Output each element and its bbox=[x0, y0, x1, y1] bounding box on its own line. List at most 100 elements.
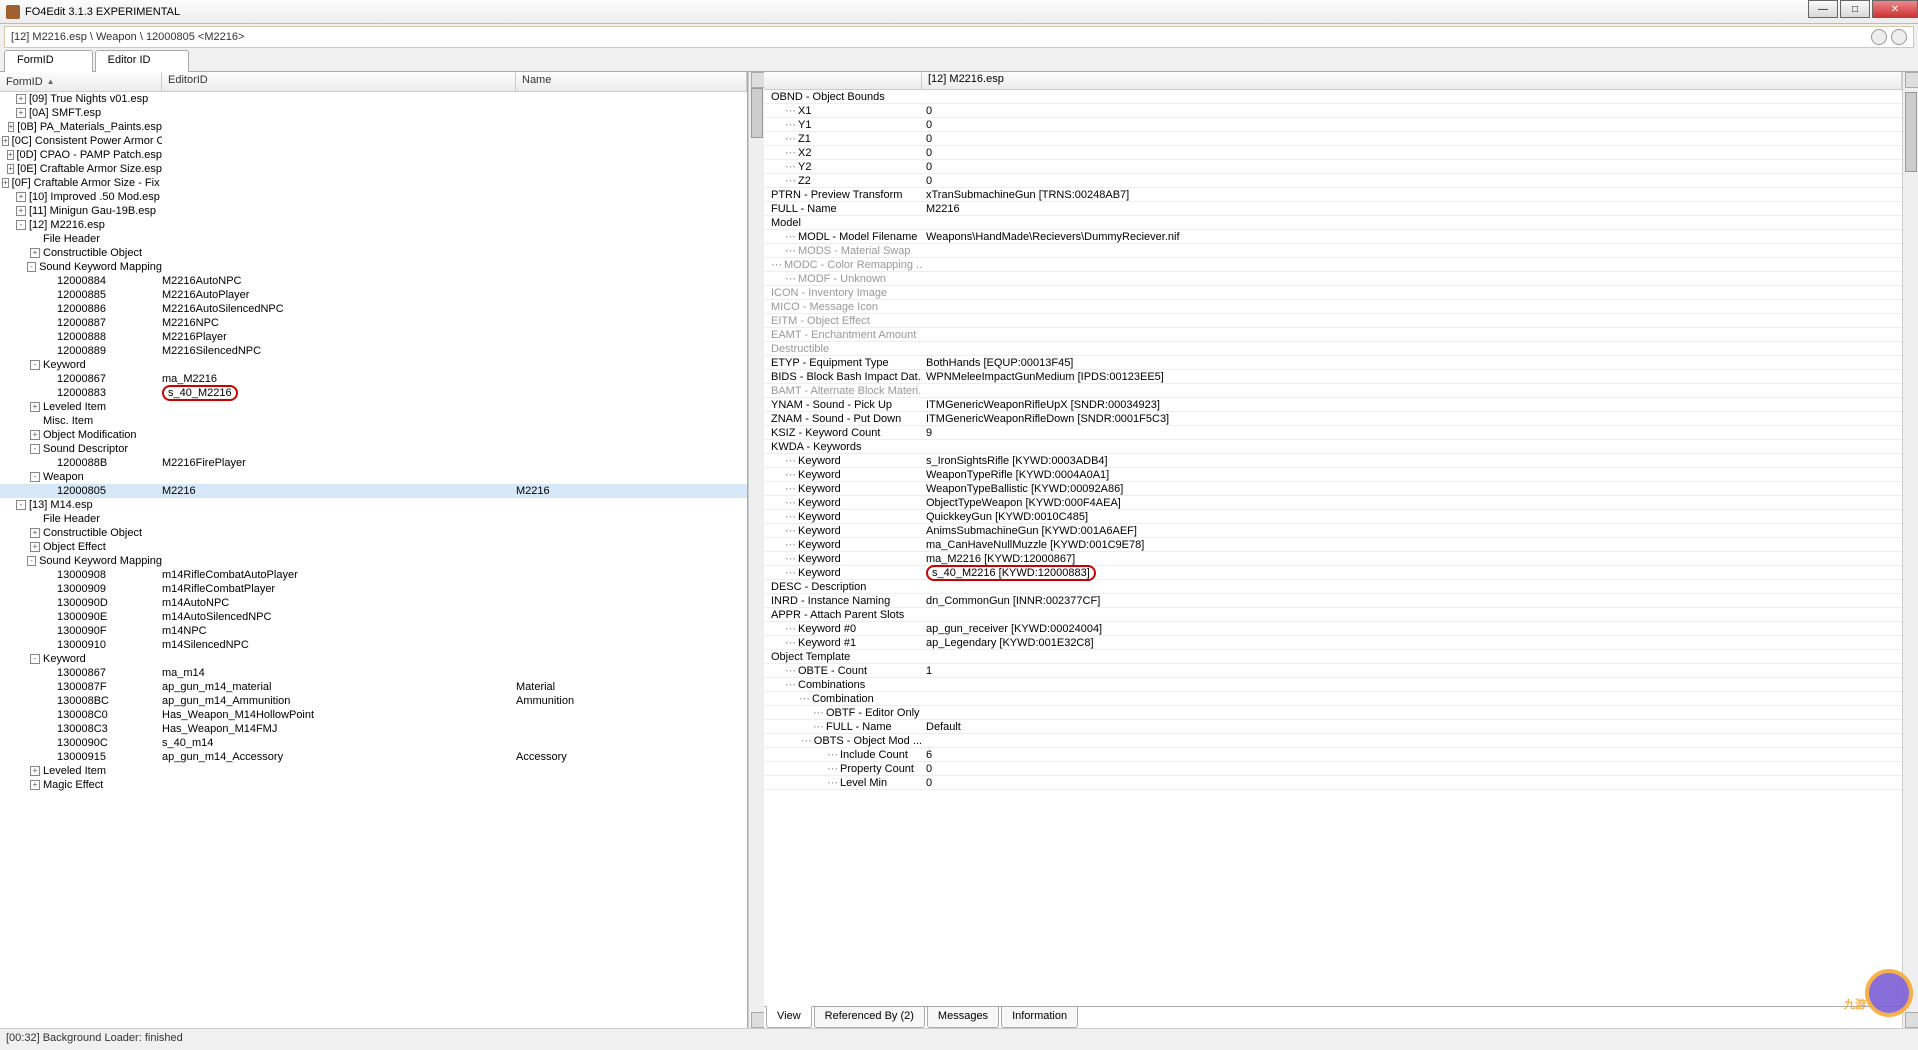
property-row[interactable]: ⋯Y20 bbox=[764, 160, 1902, 174]
tree-row[interactable]: 13000910m14SilencedNPC bbox=[0, 638, 747, 652]
expand-icon[interactable]: + bbox=[2, 136, 9, 146]
col-name-header[interactable]: Name bbox=[516, 72, 747, 91]
expand-icon[interactable]: + bbox=[30, 248, 40, 258]
expand-icon[interactable]: + bbox=[16, 108, 26, 118]
tree-row[interactable]: 130008C0Has_Weapon_M14HollowPoint bbox=[0, 708, 747, 722]
tree-row[interactable]: 130008C3Has_Weapon_M14FMJ bbox=[0, 722, 747, 736]
tab-referenced-by[interactable]: Referenced By (2) bbox=[814, 1007, 925, 1028]
property-row[interactable]: ⋯MODS - Material Swap bbox=[764, 244, 1902, 258]
expand-icon[interactable]: + bbox=[30, 780, 40, 790]
property-row[interactable]: ⋯OBTE - Count1 bbox=[764, 664, 1902, 678]
tree-row[interactable]: +[0B] PA_Materials_Paints.esp bbox=[0, 120, 747, 134]
tree-row[interactable]: 12000887M2216NPC bbox=[0, 316, 747, 330]
tree-row[interactable]: -Weapon bbox=[0, 470, 747, 484]
tree-row[interactable]: 1300087Fap_gun_m14_materialMaterial bbox=[0, 680, 747, 694]
tree-row[interactable]: 12000867ma_M2216 bbox=[0, 372, 747, 386]
property-row[interactable]: ⋯MODC - Color Remapping ... bbox=[764, 258, 1902, 272]
property-row[interactable]: INRD - Instance Namingdn_CommonGun [INNR… bbox=[764, 594, 1902, 608]
tree-row[interactable]: +[0A] SMFT.esp bbox=[0, 106, 747, 120]
tab-view[interactable]: View bbox=[766, 1006, 812, 1028]
collapse-icon[interactable]: - bbox=[30, 654, 40, 664]
collapse-icon[interactable]: - bbox=[30, 444, 40, 454]
minimize-button[interactable]: — bbox=[1808, 0, 1838, 18]
tree-row[interactable]: 13000867ma_m14 bbox=[0, 666, 747, 680]
tree-row[interactable]: 13000915ap_gun_m14_AccessoryAccessory bbox=[0, 750, 747, 764]
scrollbar-thumb[interactable] bbox=[1905, 92, 1917, 172]
property-row[interactable]: ⋯Y10 bbox=[764, 118, 1902, 132]
property-row[interactable]: PTRN - Preview TransformxTranSubmachineG… bbox=[764, 188, 1902, 202]
tree-row[interactable]: +[0F] Craftable Armor Size - Fix Materia… bbox=[0, 176, 747, 190]
property-row[interactable]: ICON - Inventory Image bbox=[764, 286, 1902, 300]
tree-row[interactable]: 130008BCap_gun_m14_AmmunitionAmmunition bbox=[0, 694, 747, 708]
property-row[interactable]: OBND - Object Bounds bbox=[764, 90, 1902, 104]
expand-icon[interactable]: + bbox=[7, 164, 14, 174]
property-row[interactable]: ⋯Include Count6 bbox=[764, 748, 1902, 762]
maximize-button[interactable]: □ bbox=[1840, 0, 1870, 18]
property-row[interactable]: ⋯Keywords_40_M2216 [KYWD:12000883] bbox=[764, 566, 1902, 580]
tree-row[interactable]: +Leveled Item bbox=[0, 400, 747, 414]
property-row[interactable]: DESC - Description bbox=[764, 580, 1902, 594]
property-row[interactable]: ⋯Combinations bbox=[764, 678, 1902, 692]
property-row[interactable]: ⋯X10 bbox=[764, 104, 1902, 118]
property-row[interactable]: ⋯Property Count0 bbox=[764, 762, 1902, 776]
property-row[interactable]: ⋯Keywords_IronSightsRifle [KYWD:0003ADB4… bbox=[764, 454, 1902, 468]
property-row[interactable]: BIDS - Block Bash Impact Dat...WPNMeleeI… bbox=[764, 370, 1902, 384]
tree-row[interactable]: -Keyword bbox=[0, 652, 747, 666]
tree-row[interactable]: +[0C] Consistent Power Armor Overhaul.es… bbox=[0, 134, 747, 148]
tree-row[interactable]: +Leveled Item bbox=[0, 764, 747, 778]
tab-formid[interactable]: FormID bbox=[4, 50, 93, 72]
nav-back-button[interactable] bbox=[1871, 29, 1887, 45]
expand-icon[interactable]: + bbox=[2, 178, 9, 188]
tree-row[interactable]: 12000884M2216AutoNPC bbox=[0, 274, 747, 288]
property-row[interactable]: ⋯KeywordObjectTypeWeapon [KYWD:000F4AEA] bbox=[764, 496, 1902, 510]
property-row[interactable]: FULL - NameM2216 bbox=[764, 202, 1902, 216]
expand-icon[interactable]: + bbox=[30, 542, 40, 552]
property-row[interactable]: ⋯MODL - Model FilenameWeapons\HandMade\R… bbox=[764, 230, 1902, 244]
col-formid-header[interactable]: FormID▲ bbox=[0, 72, 162, 91]
property-row[interactable]: ⋯KeywordWeaponTypeRifle [KYWD:0004A0A1] bbox=[764, 468, 1902, 482]
property-row[interactable]: Object Template bbox=[764, 650, 1902, 664]
tree-row[interactable]: -Sound Descriptor bbox=[0, 442, 747, 456]
expand-icon[interactable]: + bbox=[16, 206, 26, 216]
tree-row[interactable]: +[0E] Craftable Armor Size.esp bbox=[0, 162, 747, 176]
tree-row[interactable]: 13000908m14RifleCombatAutoPlayer bbox=[0, 568, 747, 582]
tree-row[interactable]: -[13] M14.esp bbox=[0, 498, 747, 512]
collapse-icon[interactable]: - bbox=[16, 500, 26, 510]
property-row[interactable]: ⋯X20 bbox=[764, 146, 1902, 160]
property-row[interactable]: Destructible bbox=[764, 342, 1902, 356]
property-row[interactable]: ETYP - Equipment TypeBothHands [EQUP:000… bbox=[764, 356, 1902, 370]
property-row[interactable]: ⋯Keywordma_CanHaveNullMuzzle [KYWD:001C9… bbox=[764, 538, 1902, 552]
tree-row[interactable]: 1200088BM2216FirePlayer bbox=[0, 456, 747, 470]
tree-row[interactable]: 12000885M2216AutoPlayer bbox=[0, 288, 747, 302]
property-row[interactable]: ⋯MODF - Unknown bbox=[764, 272, 1902, 286]
property-row[interactable]: Model bbox=[764, 216, 1902, 230]
property-row[interactable]: ZNAM - Sound - Put DownITMGenericWeaponR… bbox=[764, 412, 1902, 426]
expand-icon[interactable]: + bbox=[16, 192, 26, 202]
property-row[interactable]: ⋯KeywordAnimsSubmachineGun [KYWD:001A6AE… bbox=[764, 524, 1902, 538]
property-row[interactable]: KWDA - Keywords bbox=[764, 440, 1902, 454]
close-button[interactable]: ✕ bbox=[1872, 0, 1918, 18]
record-tree[interactable]: +[09] True Nights v01.esp+[0A] SMFT.esp+… bbox=[0, 92, 747, 1028]
property-row[interactable]: ⋯OBTS - Object Mod ... bbox=[764, 734, 1902, 748]
property-row[interactable]: ⋯FULL - NameDefault bbox=[764, 720, 1902, 734]
tree-row[interactable]: 12000889M2216SilencedNPC bbox=[0, 344, 747, 358]
left-scrollbar[interactable] bbox=[748, 72, 764, 1028]
tab-information[interactable]: Information bbox=[1001, 1007, 1078, 1028]
property-row[interactable]: APPR - Attach Parent Slots bbox=[764, 608, 1902, 622]
tree-row[interactable]: -Sound Keyword Mapping bbox=[0, 260, 747, 274]
expand-icon[interactable]: + bbox=[30, 430, 40, 440]
right-scrollbar[interactable] bbox=[1902, 72, 1918, 1028]
tree-row[interactable]: +Object Effect bbox=[0, 540, 747, 554]
tree-row[interactable]: +Magic Effect bbox=[0, 778, 747, 792]
property-row[interactable]: ⋯Z20 bbox=[764, 174, 1902, 188]
collapse-icon[interactable]: - bbox=[27, 556, 36, 566]
collapse-icon[interactable]: - bbox=[27, 262, 36, 272]
tree-row[interactable]: File Header bbox=[0, 232, 747, 246]
tree-row[interactable]: +Object Modification bbox=[0, 428, 747, 442]
tree-row[interactable]: +[11] Minigun Gau-19B.esp bbox=[0, 204, 747, 218]
tree-row[interactable]: 1300090Dm14AutoNPC bbox=[0, 596, 747, 610]
tree-row[interactable]: -Keyword bbox=[0, 358, 747, 372]
property-row[interactable]: EITM - Object Effect bbox=[764, 314, 1902, 328]
nav-forward-button[interactable] bbox=[1891, 29, 1907, 45]
property-row[interactable]: ⋯Z10 bbox=[764, 132, 1902, 146]
